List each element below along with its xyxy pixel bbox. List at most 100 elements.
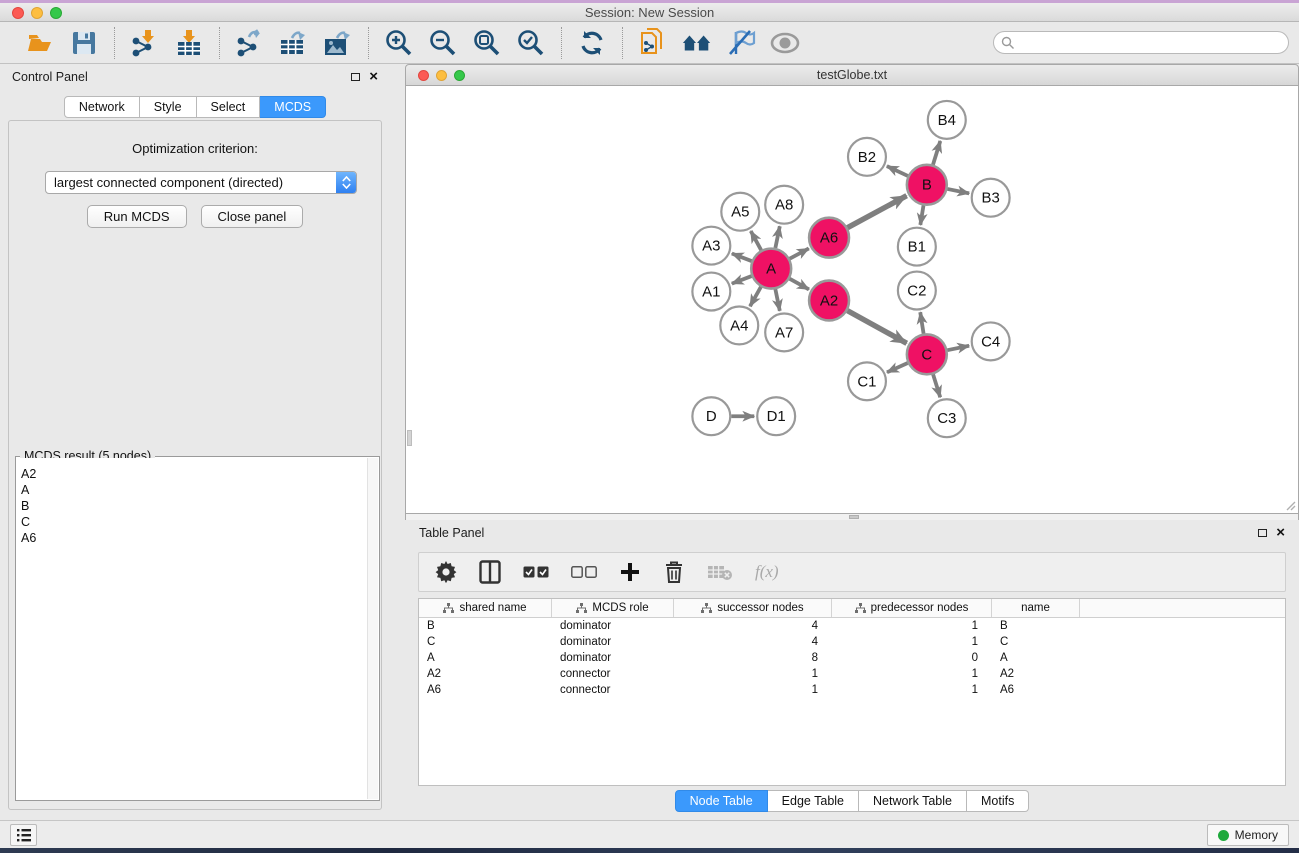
export-network-icon[interactable] bbox=[234, 28, 266, 58]
hide-selected-icon[interactable] bbox=[725, 28, 757, 58]
node-C1[interactable]: C1 bbox=[848, 362, 886, 400]
edge-C-C1[interactable] bbox=[887, 363, 908, 372]
node-B1[interactable]: B1 bbox=[898, 228, 936, 266]
column-header-MCDS-role[interactable]: MCDS role bbox=[552, 599, 674, 617]
table-options-gear-icon[interactable] bbox=[435, 559, 457, 585]
node-C3[interactable]: C3 bbox=[928, 399, 966, 437]
zoom-window-button[interactable] bbox=[50, 7, 62, 19]
node-C2[interactable]: C2 bbox=[898, 272, 936, 310]
export-table-icon[interactable] bbox=[278, 28, 310, 58]
canvas-vertical-scrollbar[interactable] bbox=[407, 430, 412, 446]
edge-A2-C[interactable] bbox=[847, 311, 906, 344]
node-B[interactable]: B bbox=[907, 165, 947, 205]
network-minimize-button[interactable] bbox=[436, 70, 447, 81]
column-header-shared-name[interactable]: shared name bbox=[419, 599, 552, 617]
table-row[interactable]: Bdominator41B bbox=[419, 618, 1285, 634]
edge-C-C3[interactable] bbox=[933, 374, 940, 397]
select-all-checks-icon[interactable] bbox=[523, 559, 549, 585]
node-A4[interactable]: A4 bbox=[720, 306, 758, 344]
minimize-window-button[interactable] bbox=[31, 7, 43, 19]
edge-C-C2[interactable] bbox=[920, 312, 923, 333]
tab-motifs[interactable]: Motifs bbox=[967, 790, 1029, 812]
edge-B-B1[interactable] bbox=[920, 205, 923, 225]
table-float-icon[interactable] bbox=[1258, 529, 1267, 537]
edge-B-B3[interactable] bbox=[947, 189, 969, 193]
edge-A-A8[interactable] bbox=[775, 226, 779, 248]
edge-C-C4[interactable] bbox=[947, 346, 969, 350]
node-A6[interactable]: A6 bbox=[809, 218, 849, 258]
export-image-icon[interactable] bbox=[322, 28, 354, 58]
tab-node-table[interactable]: Node Table bbox=[675, 790, 768, 812]
node-B4[interactable]: B4 bbox=[928, 101, 966, 139]
tab-style[interactable]: Style bbox=[140, 96, 197, 118]
node-B3[interactable]: B3 bbox=[972, 179, 1010, 217]
apply-function-icon[interactable]: f(x) bbox=[755, 562, 779, 582]
node-C[interactable]: C bbox=[907, 334, 947, 374]
node-A2[interactable]: A2 bbox=[809, 281, 849, 321]
node-table[interactable]: shared nameMCDS rolesuccessor nodesprede… bbox=[418, 598, 1286, 786]
zoom-selected-icon[interactable] bbox=[515, 28, 547, 58]
deselect-all-checks-icon[interactable] bbox=[571, 559, 597, 585]
result-item[interactable]: B bbox=[21, 498, 367, 514]
divider-handle[interactable] bbox=[849, 515, 859, 519]
node-A1[interactable]: A1 bbox=[692, 273, 730, 311]
resize-grip-icon[interactable] bbox=[1284, 499, 1296, 511]
network-close-button[interactable] bbox=[418, 70, 429, 81]
open-file-icon[interactable] bbox=[24, 28, 56, 58]
edge-B-B4[interactable] bbox=[933, 141, 940, 165]
node-B2[interactable]: B2 bbox=[848, 138, 886, 176]
table-row[interactable]: Adominator80A bbox=[419, 650, 1285, 666]
close-window-button[interactable] bbox=[12, 7, 24, 19]
node-D1[interactable]: D1 bbox=[757, 397, 795, 435]
result-item[interactable]: C bbox=[21, 514, 367, 530]
edge-A6-B[interactable] bbox=[847, 196, 906, 228]
node-C4[interactable]: C4 bbox=[972, 322, 1010, 360]
tab-network[interactable]: Network bbox=[64, 96, 140, 118]
node-A[interactable]: A bbox=[751, 249, 791, 289]
delete-table-icon[interactable] bbox=[707, 559, 733, 585]
first-neighbors-icon[interactable] bbox=[681, 28, 713, 58]
edge-A-A6[interactable] bbox=[790, 248, 809, 258]
add-column-icon[interactable] bbox=[619, 559, 641, 585]
node-A5[interactable]: A5 bbox=[721, 193, 759, 231]
task-history-button[interactable] bbox=[10, 824, 37, 846]
table-row[interactable]: Cdominator41C bbox=[419, 634, 1285, 650]
tab-network-table[interactable]: Network Table bbox=[859, 790, 967, 812]
edge-B-B2[interactable] bbox=[887, 166, 908, 176]
mcds-result-list[interactable]: A2ABCA6 bbox=[17, 458, 367, 799]
close-panel-button[interactable]: Close panel bbox=[201, 205, 304, 228]
edge-A-A4[interactable] bbox=[750, 287, 761, 306]
show-graphics-details-icon[interactable] bbox=[769, 28, 801, 58]
tab-select[interactable]: Select bbox=[197, 96, 261, 118]
network-zoom-button[interactable] bbox=[454, 70, 465, 81]
close-panel-icon[interactable]: × bbox=[369, 71, 378, 83]
network-window-titlebar[interactable]: testGlobe.txt bbox=[405, 64, 1299, 86]
import-network-icon[interactable] bbox=[129, 28, 161, 58]
table-row[interactable]: A2connector11A2 bbox=[419, 666, 1285, 682]
delete-columns-icon[interactable] bbox=[663, 559, 685, 585]
column-header-predecessor-nodes[interactable]: predecessor nodes bbox=[832, 599, 992, 617]
criterion-dropdown[interactable]: largest connected component (directed) bbox=[45, 171, 357, 194]
edge-A-A5[interactable] bbox=[751, 231, 761, 250]
node-A3[interactable]: A3 bbox=[692, 227, 730, 265]
network-graph[interactable]: B4B2BB3B1A5A8A6A3AA1A2C2A4A7CC4C1C3DD1 bbox=[406, 86, 1298, 513]
zoom-out-icon[interactable] bbox=[427, 28, 459, 58]
run-mcds-button[interactable]: Run MCDS bbox=[87, 205, 187, 228]
result-item[interactable]: A bbox=[21, 482, 367, 498]
copy-network-icon[interactable] bbox=[637, 28, 669, 58]
network-canvas[interactable]: B4B2BB3B1A5A8A6A3AA1A2C2A4A7CC4C1C3DD1 bbox=[405, 86, 1299, 514]
edge-A-A1[interactable] bbox=[732, 276, 752, 284]
edge-A-A7[interactable] bbox=[775, 289, 779, 311]
column-header-successor-nodes[interactable]: successor nodes bbox=[674, 599, 832, 617]
result-item[interactable]: A6 bbox=[21, 530, 367, 546]
refresh-icon[interactable] bbox=[576, 28, 608, 58]
zoom-in-icon[interactable] bbox=[383, 28, 415, 58]
tab-edge-table[interactable]: Edge Table bbox=[768, 790, 859, 812]
search-field[interactable] bbox=[993, 31, 1289, 54]
table-close-icon[interactable]: × bbox=[1276, 527, 1285, 539]
table-row[interactable]: A6connector11A6 bbox=[419, 682, 1285, 698]
result-scrollbar[interactable] bbox=[367, 458, 378, 799]
edge-A-A3[interactable] bbox=[732, 253, 752, 261]
result-item[interactable]: A2 bbox=[21, 466, 367, 482]
import-table-icon[interactable] bbox=[173, 28, 205, 58]
